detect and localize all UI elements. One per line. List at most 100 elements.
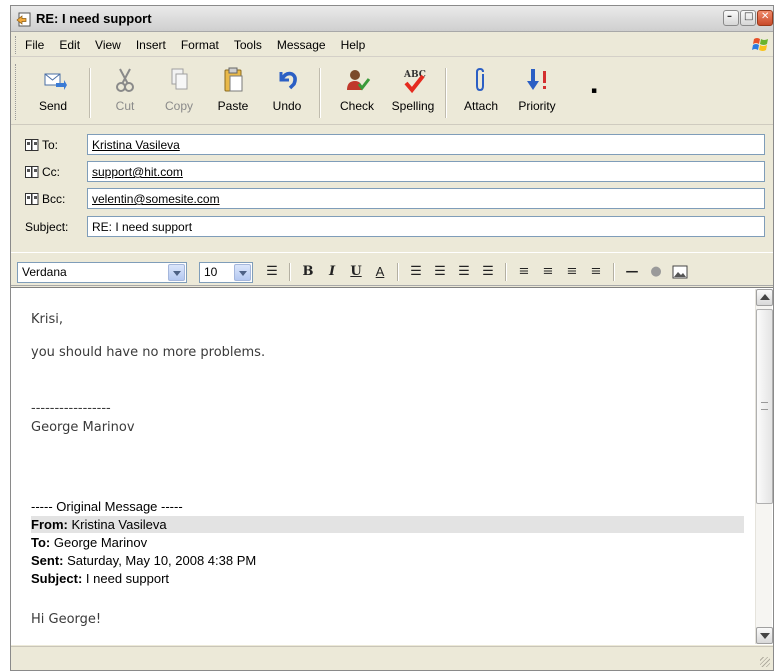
- subject-row: Subject: RE: I need support: [11, 216, 773, 238]
- menu-file[interactable]: File: [25, 38, 44, 52]
- signature: George Marinov: [31, 420, 135, 435]
- orig-subject-line: Subject: I need support: [31, 571, 169, 586]
- orig-sent-value: Saturday, May 10, 2008 4:38 PM: [67, 553, 257, 568]
- cc-label: Cc:: [42, 165, 60, 179]
- menu-view[interactable]: View: [95, 38, 121, 52]
- address-book-icon: [25, 139, 39, 151]
- bcc-label: Bcc:: [42, 192, 66, 206]
- toolbar-separator: [319, 68, 321, 118]
- orig-subject-label: Subject:: [31, 571, 83, 586]
- paste-label: Paste: [217, 99, 249, 113]
- menu-grip[interactable]: [15, 36, 18, 54]
- paste-button[interactable]: Paste: [207, 66, 259, 122]
- orig-from-label: From:: [31, 517, 68, 532]
- send-icon: [44, 73, 67, 90]
- attach-label: Attach: [463, 99, 499, 113]
- to-label: To:: [42, 138, 59, 152]
- message-body-text[interactable]: Krisi, you should have no more problems.…: [31, 288, 749, 646]
- compose-window: RE: I need support – □ ✕ File Edit View …: [10, 5, 774, 671]
- menu-insert[interactable]: Insert: [136, 38, 166, 52]
- scroll-up-button[interactable]: [756, 289, 773, 306]
- format-separator: [505, 263, 507, 281]
- toolbar-separator: [89, 68, 91, 118]
- close-button[interactable]: ✕: [757, 10, 773, 26]
- italic-icon[interactable]: I: [323, 263, 341, 281]
- subject-label: Subject:: [25, 220, 69, 234]
- copy-icon: [171, 68, 188, 90]
- scroll-thumb[interactable]: [756, 309, 773, 504]
- original-message-header: ----- Original Message -----: [31, 499, 183, 514]
- bullet-list-icon[interactable]: ☰: [431, 263, 449, 281]
- paperclip-icon: [476, 67, 484, 92]
- address-book-icon: [25, 166, 39, 178]
- horizontal-line-icon[interactable]: —: [623, 263, 641, 281]
- numbered-list-icon[interactable]: ☰: [407, 263, 425, 281]
- align-right-icon[interactable]: ≡: [563, 263, 581, 281]
- decrease-indent-icon[interactable]: ☰: [455, 263, 473, 281]
- font-name-value: Verdana: [22, 265, 67, 279]
- scroll-down-button[interactable]: [756, 627, 773, 644]
- to-recipient[interactable]: Kristina Vasileva: [92, 138, 180, 152]
- attach-button[interactable]: Attach: [455, 66, 507, 122]
- undo-button[interactable]: Undo: [261, 66, 313, 122]
- format-separator: [289, 263, 291, 281]
- windows-logo-icon: [752, 38, 768, 51]
- copy-label: Copy: [164, 99, 193, 113]
- body-line: you should have no more problems.: [31, 345, 266, 360]
- address-book-icon: [25, 193, 39, 205]
- cut-button[interactable]: Cut: [99, 66, 151, 122]
- main-toolbar: Send Cut Copy Paste Undo Check ABC Spell…: [11, 58, 773, 125]
- bold-icon[interactable]: B: [299, 263, 317, 281]
- minimize-button[interactable]: –: [723, 10, 739, 26]
- menu-edit[interactable]: Edit: [59, 38, 80, 52]
- copy-button[interactable]: Copy: [153, 66, 205, 122]
- priority-dropdown-arrow[interactable]: ▪: [591, 86, 597, 96]
- spelling-label: Spelling: [391, 99, 435, 113]
- title-bar[interactable]: RE: I need support – □ ✕: [11, 6, 773, 32]
- font-dropdown-arrow[interactable]: [168, 264, 185, 281]
- to-button[interactable]: To:: [25, 138, 58, 152]
- priority-button[interactable]: Priority: [511, 66, 563, 122]
- bcc-button[interactable]: Bcc:: [25, 192, 65, 206]
- send-label: Send: [38, 99, 68, 113]
- orig-to-label: To:: [31, 535, 51, 550]
- align-center-icon[interactable]: ≡: [539, 263, 557, 281]
- paragraph-style-icon[interactable]: ☰: [263, 263, 281, 281]
- font-size-select[interactable]: 10: [199, 262, 253, 283]
- message-body[interactable]: Krisi, you should have no more problems.…: [11, 287, 773, 645]
- signature-separator: -----------------: [31, 401, 111, 416]
- underline-icon[interactable]: U: [347, 263, 365, 281]
- cut-label: Cut: [115, 99, 135, 113]
- format-separator: [397, 263, 399, 281]
- check-names-button[interactable]: Check: [331, 66, 383, 122]
- cc-field[interactable]: support@hit.com: [87, 161, 765, 182]
- spelling-button[interactable]: ABC Spelling: [387, 66, 439, 122]
- justify-icon[interactable]: ≡: [587, 263, 605, 281]
- font-name-select[interactable]: Verdana: [17, 262, 187, 283]
- increase-indent-icon[interactable]: ☰: [479, 263, 497, 281]
- cc-button[interactable]: Cc:: [25, 165, 60, 179]
- cc-recipient[interactable]: support@hit.com: [92, 165, 183, 179]
- insert-picture-icon[interactable]: [671, 263, 689, 281]
- bcc-recipient[interactable]: velentin@somesite.com: [92, 192, 220, 206]
- subject-field[interactable]: RE: I need support: [87, 216, 765, 237]
- menu-help[interactable]: Help: [341, 38, 366, 52]
- scissors-icon: [116, 68, 134, 92]
- message-headers: To: Kristina Vasileva Cc: support@hit.co…: [11, 126, 773, 244]
- toolbar-grip[interactable]: [15, 64, 18, 120]
- vertical-scrollbar[interactable]: [755, 289, 773, 644]
- bcc-field[interactable]: velentin@somesite.com: [87, 188, 765, 209]
- menu-message[interactable]: Message: [277, 38, 326, 52]
- to-field[interactable]: Kristina Vasileva: [87, 134, 765, 155]
- formatting-toolbar: Verdana 10 ☰ B I U A ☰ ☰ ☰ ☰ ≡ ≡ ≡ ≡ — ●: [11, 252, 773, 286]
- size-dropdown-arrow[interactable]: [234, 264, 251, 281]
- font-color-icon[interactable]: A: [371, 263, 389, 281]
- send-button[interactable]: Send: [27, 66, 79, 122]
- menu-format[interactable]: Format: [181, 38, 219, 52]
- cc-row: Cc: support@hit.com: [11, 161, 773, 183]
- resize-grip[interactable]: [760, 657, 770, 667]
- maximize-button[interactable]: □: [740, 10, 756, 26]
- align-left-icon[interactable]: ≡: [515, 263, 533, 281]
- menu-tools[interactable]: Tools: [234, 38, 262, 52]
- hyperlink-icon[interactable]: ●: [647, 263, 665, 281]
